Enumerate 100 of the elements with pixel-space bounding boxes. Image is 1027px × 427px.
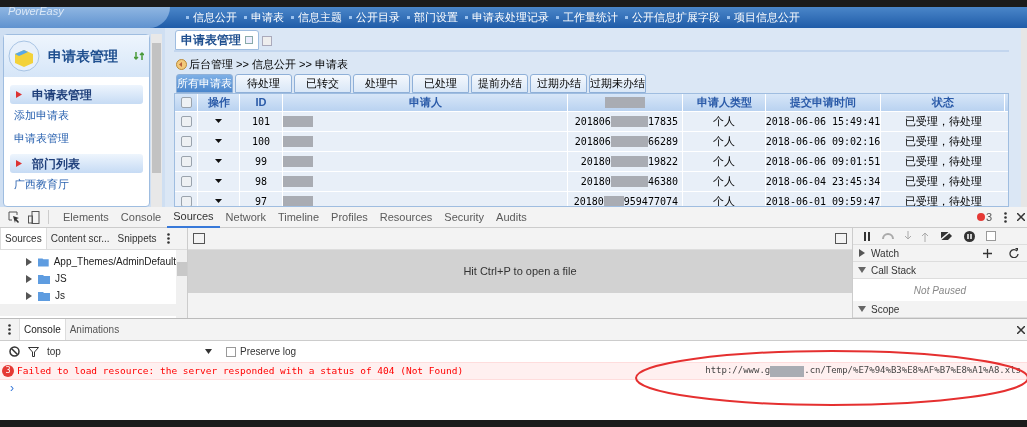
swap-icon[interactable] bbox=[134, 51, 144, 61]
more-icon[interactable] bbox=[166, 233, 170, 244]
navigator-tab[interactable]: Sources bbox=[0, 228, 47, 249]
sidebar-link[interactable]: 申请表管理 bbox=[10, 127, 143, 150]
devtools-tab[interactable]: Audits bbox=[490, 206, 533, 228]
checkbox[interactable] bbox=[180, 135, 192, 147]
devtools-tab[interactable]: Resources bbox=[373, 206, 439, 228]
status-tab[interactable]: 已转交 bbox=[294, 74, 351, 93]
dropdown-caret-icon[interactable] bbox=[215, 179, 222, 183]
toggle-navigator-icon[interactable] bbox=[193, 233, 205, 244]
deactivate-breakpoints-icon[interactable] bbox=[939, 231, 953, 241]
nav-link[interactable]: 公开信息扩展字段 bbox=[625, 9, 720, 26]
status-tab[interactable]: 过期未办结 bbox=[589, 74, 646, 93]
pane-title[interactable]: Watch bbox=[871, 245, 899, 261]
nav-link[interactable]: 公开目录 bbox=[349, 9, 400, 26]
folder-icon bbox=[38, 256, 49, 267]
table-cell-text: 20180 bbox=[573, 194, 604, 206]
sidebar-link[interactable]: 添加申请表 bbox=[10, 104, 143, 127]
nav-link[interactable]: 部门设置 bbox=[407, 9, 458, 26]
more-icon[interactable] bbox=[1004, 211, 1007, 223]
sidebar-title: 申请表管理 bbox=[48, 46, 118, 66]
arrow-circle-icon bbox=[176, 58, 187, 70]
tree-item[interactable]: App_Themes/AdminDefault bbox=[0, 253, 176, 270]
checkbox[interactable] bbox=[226, 346, 236, 357]
devtools-tab[interactable]: Profiles bbox=[325, 206, 374, 228]
checkbox[interactable] bbox=[180, 96, 192, 108]
context-select[interactable]: top bbox=[47, 344, 212, 359]
checkbox-label: Preserve log bbox=[240, 345, 297, 359]
checkbox[interactable] bbox=[180, 195, 192, 206]
inspect-icon[interactable] bbox=[8, 211, 20, 223]
nav-link[interactable]: 信息主题 bbox=[291, 9, 342, 26]
pause-icon[interactable] bbox=[863, 231, 871, 241]
checkbox[interactable] bbox=[986, 231, 996, 241]
table-cell-text: 2018-06-06 15:49:41 bbox=[765, 114, 881, 129]
drawer-tab[interactable]: Animations bbox=[65, 319, 124, 340]
devtools-tab[interactable]: Security bbox=[438, 206, 491, 228]
status-tab[interactable]: 待处理 bbox=[235, 74, 292, 93]
section-header[interactable]: 部门列表 bbox=[10, 154, 143, 173]
devtools-tab[interactable]: Console bbox=[114, 206, 168, 228]
column-header[interactable]: 申请人类型 bbox=[696, 94, 752, 111]
dropdown-caret-icon[interactable] bbox=[215, 139, 222, 143]
error-badge[interactable]: 3 bbox=[976, 208, 992, 226]
dropdown-caret-icon[interactable] bbox=[215, 199, 222, 203]
nav-link[interactable]: 项目信息公开 bbox=[727, 9, 800, 26]
expanded-triangle-icon[interactable] bbox=[858, 305, 866, 313]
checkbox[interactable] bbox=[180, 115, 192, 127]
checkbox[interactable] bbox=[180, 155, 192, 167]
sidebar-link[interactable]: 广西教育厅 bbox=[10, 173, 143, 196]
column-header[interactable]: 操作 bbox=[207, 94, 230, 111]
section-header[interactable]: 申请表管理 bbox=[10, 85, 143, 104]
table-cell-text: 100 bbox=[251, 134, 271, 149]
table-cell-text: 19822 bbox=[647, 154, 678, 169]
collapsed-triangle-icon[interactable] bbox=[858, 249, 866, 257]
nav-link[interactable]: 申请表处理记录 bbox=[465, 9, 549, 26]
navigator-tab[interactable]: Content scr... bbox=[46, 228, 114, 249]
pane-title[interactable]: Call Stack bbox=[871, 262, 916, 278]
pause-exceptions-icon[interactable] bbox=[964, 230, 975, 242]
navigator-tab[interactable]: Snippets bbox=[113, 228, 161, 249]
close-icon[interactable] bbox=[1017, 325, 1025, 334]
nav-link[interactable]: 工作量统计 bbox=[556, 9, 618, 26]
toggle-debugger-icon[interactable] bbox=[835, 233, 847, 244]
devtools-tab[interactable]: Sources bbox=[167, 206, 220, 228]
status-tab[interactable]: 已处理 bbox=[412, 74, 469, 93]
clear-icon[interactable] bbox=[9, 346, 20, 357]
dropdown-caret-icon[interactable] bbox=[215, 159, 222, 163]
blur-mask bbox=[283, 135, 313, 147]
devtools-tab[interactable]: Timeline bbox=[271, 206, 326, 228]
tree-item[interactable]: JS bbox=[0, 270, 176, 287]
table-cell-text: 98 bbox=[254, 174, 267, 189]
pane-title[interactable]: Scope bbox=[871, 301, 900, 317]
nav-link[interactable]: 申请表 bbox=[244, 9, 284, 26]
table-cell-text: 66289 bbox=[647, 134, 678, 149]
dropdown-caret-icon[interactable] bbox=[215, 119, 222, 123]
column-header[interactable]: 申请人 bbox=[408, 94, 442, 111]
refresh-icon[interactable] bbox=[1009, 248, 1019, 258]
expanded-triangle-icon[interactable] bbox=[858, 266, 866, 274]
status-text: Not Paused bbox=[913, 283, 967, 298]
add-icon[interactable] bbox=[983, 248, 992, 258]
table-cell-text: 已受理，待处理 bbox=[904, 133, 982, 149]
column-header[interactable]: 提交申请时间 bbox=[790, 94, 856, 111]
devtools-tab[interactable]: Elements bbox=[57, 206, 115, 228]
table-cell-text: 20180 bbox=[580, 174, 611, 189]
checkbox[interactable] bbox=[180, 175, 192, 187]
drawer-tab[interactable]: Console bbox=[19, 319, 66, 340]
status-tab[interactable]: 过期办结 bbox=[530, 74, 587, 93]
prompt-icon[interactable]: › bbox=[0, 380, 1027, 396]
close-icon[interactable] bbox=[1017, 213, 1025, 221]
more-icon[interactable] bbox=[8, 324, 11, 335]
status-tab[interactable]: 提前办结 bbox=[471, 74, 528, 93]
column-header[interactable]: 状态 bbox=[931, 94, 954, 111]
tree-item[interactable]: Js bbox=[0, 287, 176, 304]
status-tab[interactable]: 处理中 bbox=[353, 74, 410, 93]
blur-mask bbox=[770, 365, 805, 377]
device-icon[interactable] bbox=[28, 210, 40, 224]
page-tab[interactable]: 申请表管理 bbox=[175, 30, 259, 50]
filter-icon[interactable] bbox=[28, 346, 39, 357]
column-header[interactable]: ID bbox=[255, 94, 267, 111]
devtools-tab[interactable]: Network bbox=[219, 206, 272, 228]
error-text: Failed to load resource: the server responded with a status of 404 (Not Found) bbox=[17, 363, 464, 378]
nav-link[interactable]: 信息公开 bbox=[186, 9, 237, 26]
